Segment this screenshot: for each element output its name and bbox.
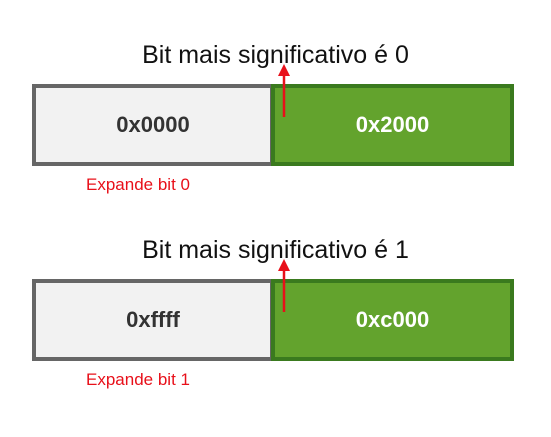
upper-half-value: 0xffff: [126, 307, 180, 332]
expand-caption: Expande bit 1: [86, 370, 190, 389]
lower-half-box: 0xc000: [271, 279, 514, 361]
upper-half-value: 0x0000: [116, 112, 190, 137]
lower-half-box: 0x2000: [271, 84, 514, 166]
lower-half-value: 0xc000: [355, 307, 430, 332]
msb-arrow-icon: [278, 64, 290, 117]
upper-half-box: 0x0000: [32, 84, 274, 166]
lower-half-value: 0x2000: [355, 112, 430, 137]
msb-arrow-icon: [278, 259, 290, 312]
expand-caption: Expande bit 0: [86, 175, 190, 194]
upper-half-box: 0xffff: [32, 279, 274, 361]
